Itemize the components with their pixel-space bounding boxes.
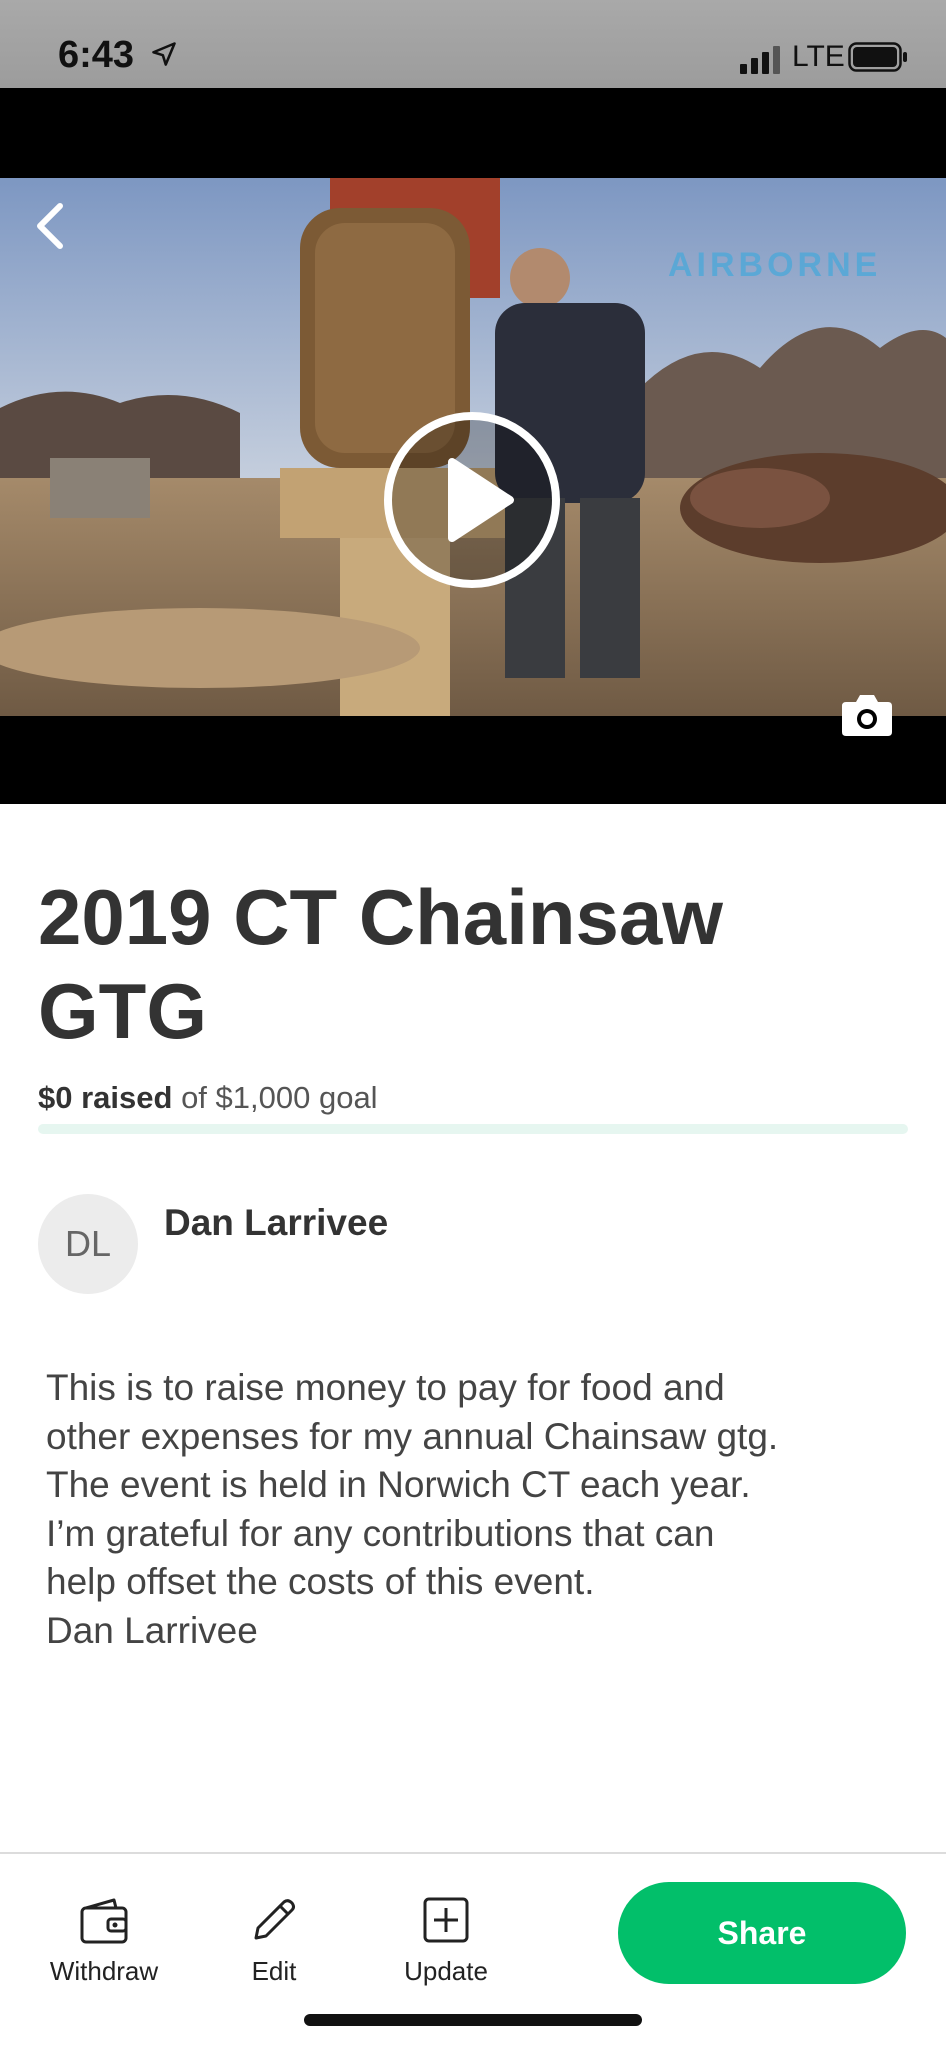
campaign-title: 2019 CT Chainsaw GTG bbox=[38, 873, 723, 1055]
update-label: Update bbox=[404, 1956, 488, 1986]
update-button[interactable]: Update bbox=[398, 1894, 494, 1987]
back-chevron-icon[interactable] bbox=[30, 198, 70, 254]
goal-text: of $1,000 goal bbox=[181, 1080, 378, 1115]
avatar[interactable]: DL bbox=[38, 1194, 138, 1294]
pencil-icon bbox=[254, 1899, 295, 1940]
wallet-icon bbox=[80, 1898, 128, 1944]
status-bar: 6:43 LTE bbox=[0, 0, 946, 88]
location-arrow-icon bbox=[152, 42, 176, 66]
share-button[interactable]: Share bbox=[618, 1882, 906, 1984]
fundraising-progress: $0 raised of $1,000 goal bbox=[38, 1080, 378, 1116]
status-time: 6:43 bbox=[58, 34, 135, 76]
withdraw-button[interactable]: Withdraw bbox=[42, 1894, 166, 1987]
withdraw-label: Withdraw bbox=[49, 1956, 159, 1986]
edit-button[interactable]: Edit bbox=[234, 1894, 314, 1987]
add-square-icon bbox=[423, 1897, 469, 1943]
video-watermark: AIRBORNE bbox=[668, 246, 882, 284]
edit-label: Edit bbox=[251, 1956, 297, 1986]
signal-icon bbox=[740, 46, 780, 74]
campaign-description: This is to raise money to pay for food a… bbox=[46, 1367, 779, 1651]
home-indicator[interactable] bbox=[304, 2014, 642, 2026]
progress-bar bbox=[38, 1124, 908, 1134]
battery-icon bbox=[848, 42, 907, 72]
raised-amount: $0 raised bbox=[38, 1080, 173, 1115]
camera-icon[interactable] bbox=[840, 692, 894, 738]
network-type: LTE bbox=[792, 40, 845, 73]
play-icon[interactable] bbox=[382, 410, 562, 590]
organizer-name[interactable]: Dan Larrivee bbox=[164, 1202, 388, 1244]
